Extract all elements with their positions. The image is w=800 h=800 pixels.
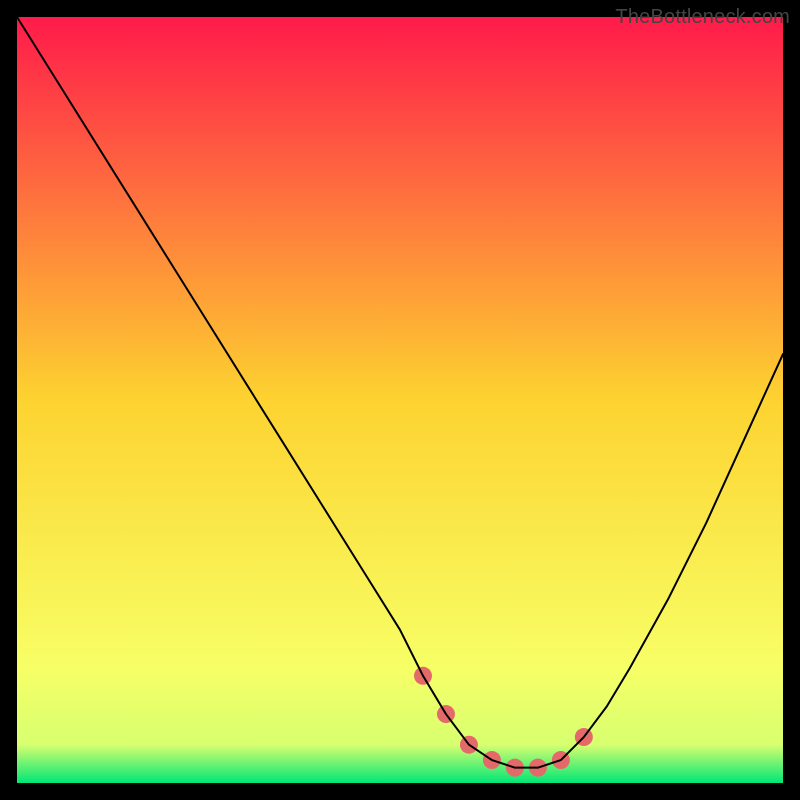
plot-area (17, 17, 783, 783)
chart-container: TheBottleneck.com (0, 0, 800, 800)
plot-svg (17, 17, 783, 783)
plot-background (17, 17, 783, 783)
